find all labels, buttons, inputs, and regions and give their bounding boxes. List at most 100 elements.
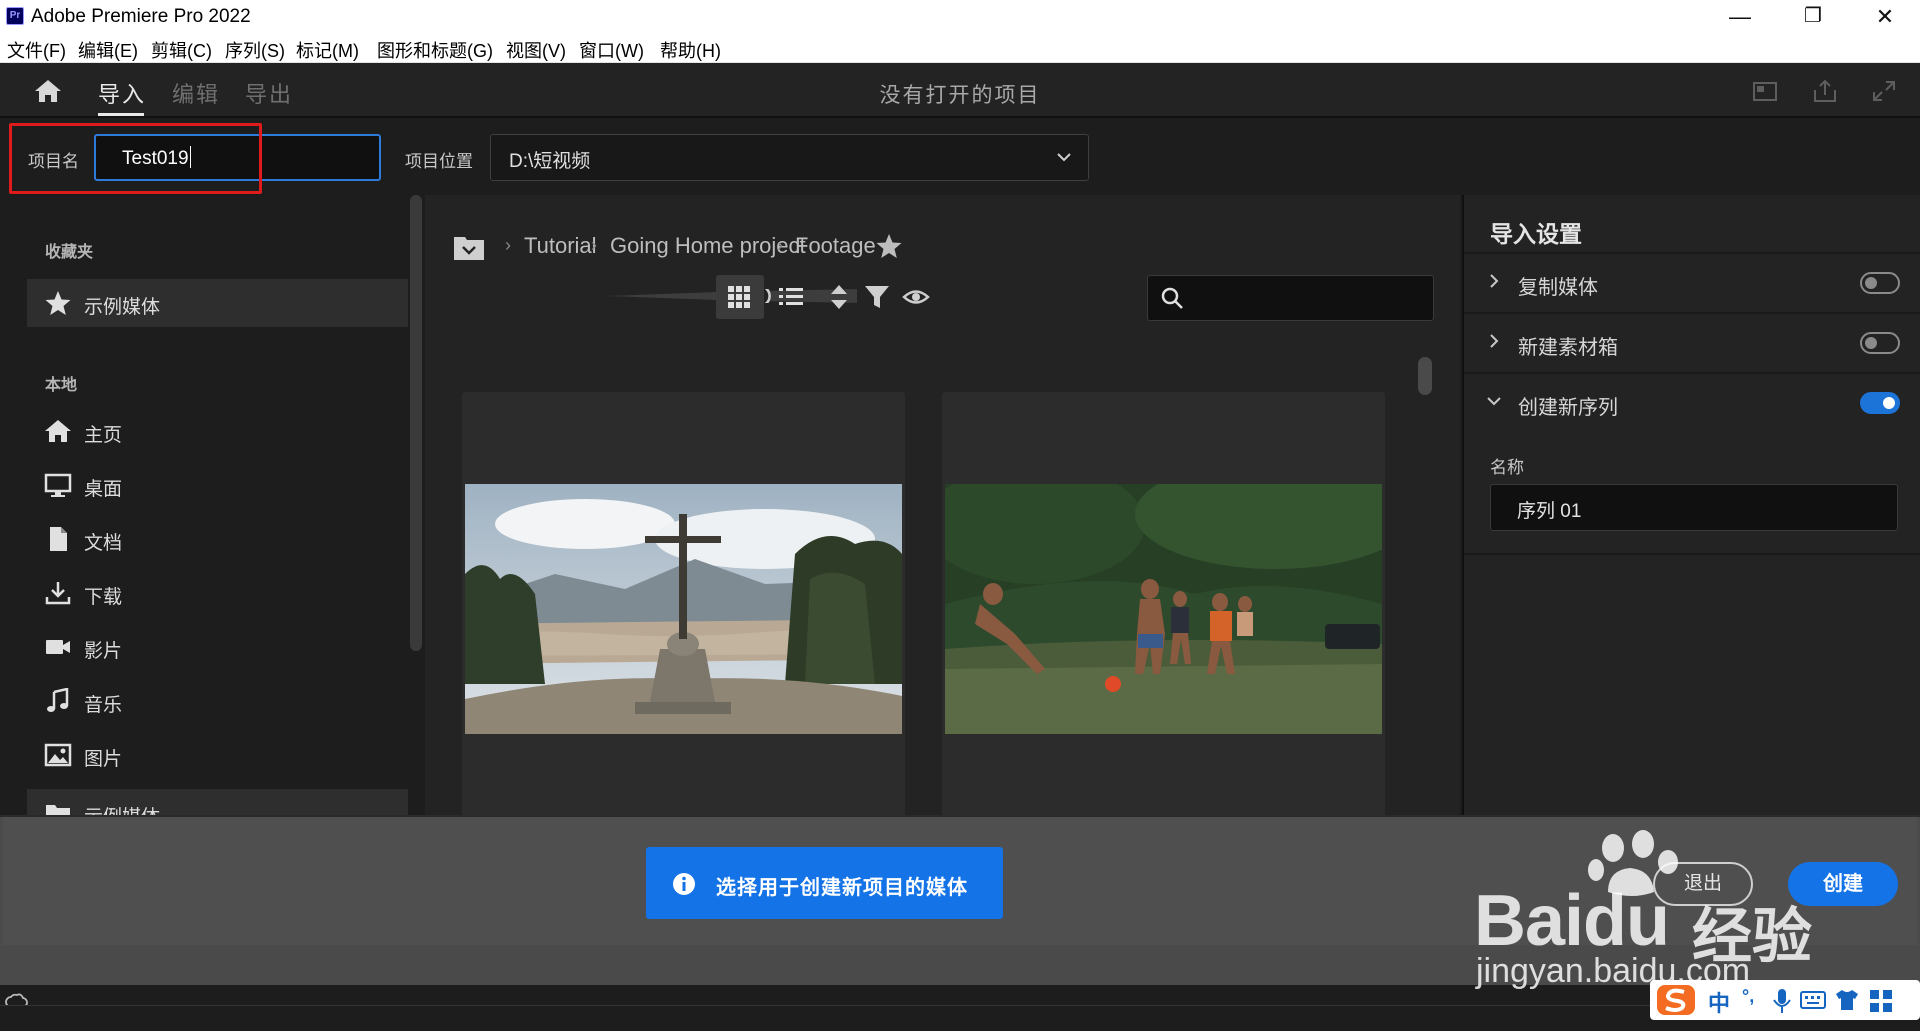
- sidebar-item-sample-media-local[interactable]: 示例媒体: [27, 789, 408, 815]
- workspace-header: 导入 编辑 导出 没有打开的项目: [0, 63, 1920, 118]
- picture-icon: [44, 743, 72, 767]
- info-icon: [673, 873, 695, 895]
- download-icon: [45, 582, 71, 605]
- select-media-hint: 选择用于创建新项目的媒体: [646, 847, 1003, 919]
- video-camera-icon: [46, 640, 70, 654]
- sidebar-item-home[interactable]: 主页: [27, 407, 408, 455]
- project-status-title: 没有打开的项目: [879, 84, 1041, 107]
- copy-media-label: 复制媒体: [1518, 277, 1598, 299]
- list-icon: [779, 288, 803, 305]
- local-heading: 本地: [45, 377, 78, 394]
- project-location-select[interactable]: D:\短视频: [490, 134, 1089, 181]
- ime-punct-toggle[interactable]: °,: [1742, 986, 1754, 1007]
- copy-media-row[interactable]: 复制媒体: [1464, 252, 1920, 312]
- menu-clip[interactable]: 剪辑(C): [151, 37, 212, 63]
- menu-marker[interactable]: 标记(M): [296, 37, 359, 63]
- sequence-name-label: 名称: [1490, 458, 1524, 477]
- toolbox-grid-icon[interactable]: [1868, 988, 1894, 1014]
- sidebar-item-label: 示例媒体: [84, 802, 160, 815]
- menu-file[interactable]: 文件(F): [7, 37, 66, 63]
- new-bin-row[interactable]: 新建素材箱: [1464, 312, 1920, 372]
- grid-icon: [728, 286, 750, 308]
- filter-icon[interactable]: [863, 283, 891, 311]
- toggle-knob: [1883, 397, 1895, 409]
- status-bar: [0, 985, 1920, 1005]
- kids-soccer-image: [945, 484, 1382, 734]
- sort-icon[interactable]: [825, 283, 853, 311]
- maximize-button[interactable]: ❐: [1778, 0, 1848, 33]
- menu-edit[interactable]: 编辑(E): [78, 37, 138, 63]
- menu-view[interactable]: 视图(V): [506, 37, 566, 63]
- sidebar-item-movies[interactable]: 影片: [27, 623, 408, 671]
- search-icon: [1161, 287, 1183, 309]
- skin-shirt-icon[interactable]: [1834, 988, 1860, 1012]
- sidebar-item-label: 示例媒体: [84, 297, 161, 318]
- clip-thumbnail: [945, 484, 1382, 734]
- sidebar-item-pictures[interactable]: 图片: [27, 731, 408, 779]
- create-button[interactable]: 创建: [1788, 862, 1898, 906]
- minimize-button[interactable]: —: [1705, 0, 1775, 33]
- music-icon: [47, 688, 69, 712]
- sogou-logo-icon[interactable]: [1656, 984, 1696, 1016]
- desktop-icon: [44, 473, 72, 497]
- sidebar-item-label: 主页: [84, 425, 123, 446]
- chevron-down-icon: [1057, 153, 1071, 162]
- project-settings-row: 项目名 Test019 项目位置 D:\短视频: [0, 120, 1920, 194]
- exit-button[interactable]: 退出: [1653, 862, 1753, 906]
- star-icon[interactable]: [875, 233, 903, 259]
- panel-divider: [1464, 553, 1920, 555]
- fullscreen-icon[interactable]: [1870, 78, 1898, 104]
- ime-toolbar: 中 °,: [1650, 980, 1920, 1020]
- sequence-name-input[interactable]: 序列 01: [1490, 484, 1898, 531]
- workspace-layout-icon[interactable]: [1751, 78, 1779, 104]
- sidebar-item-music[interactable]: 音乐: [27, 677, 408, 725]
- star-icon: [45, 291, 71, 315]
- toggle-knob: [1865, 337, 1877, 349]
- create-sequence-row[interactable]: 创建新序列: [1464, 372, 1920, 432]
- media-card[interactable]: [942, 392, 1385, 815]
- premiere-window: Pr Adobe Premiere Pro 2022 — ❐ ✕ 文件(F) 编…: [0, 0, 1920, 1031]
- browser-scrollbar[interactable]: [1418, 357, 1432, 395]
- media-browser: › Tutorial › Going Home project › Footag…: [425, 195, 1460, 815]
- sidebar-item-label: 音乐: [84, 695, 123, 716]
- create-sequence-toggle[interactable]: [1860, 392, 1900, 414]
- chevron-right-icon: [1490, 274, 1499, 288]
- bottom-action-bar: 选择用于创建新项目的媒体 退出 创建: [0, 815, 1920, 985]
- breadcrumb-footage[interactable]: Footage: [795, 233, 876, 259]
- sidebar-item-sample-media[interactable]: 示例媒体: [27, 279, 408, 327]
- sidebar-item-downloads[interactable]: 下载: [27, 569, 408, 617]
- breadcrumb-separator: ›: [777, 235, 783, 255]
- keyboard-icon[interactable]: [1800, 990, 1826, 1010]
- menu-sequence[interactable]: 序列(S): [225, 37, 285, 63]
- eye-icon[interactable]: [902, 283, 930, 311]
- breadcrumb-tutorial[interactable]: Tutorial: [524, 233, 597, 259]
- grid-view-button[interactable]: [716, 275, 764, 319]
- list-view-button[interactable]: [768, 275, 816, 319]
- document-icon: [50, 527, 67, 551]
- breadcrumb-separator: ›: [591, 235, 597, 255]
- title-bar: Pr Adobe Premiere Pro 2022 — ❐ ✕: [0, 0, 1920, 33]
- clip-thumbnail: [465, 484, 902, 734]
- share-icon[interactable]: [1811, 78, 1839, 104]
- ime-language-toggle[interactable]: 中: [1708, 986, 1730, 1018]
- media-search-input[interactable]: [1147, 275, 1434, 321]
- menu-graphics[interactable]: 图形和标题(G): [377, 37, 493, 63]
- new-bin-toggle[interactable]: [1860, 332, 1900, 354]
- chevron-right-icon: [1490, 334, 1499, 348]
- menu-window[interactable]: 窗口(W): [579, 37, 644, 63]
- sidebar-scrollbar[interactable]: [410, 195, 422, 651]
- folder-dropdown-icon[interactable]: [453, 233, 485, 261]
- microphone-icon[interactable]: [1772, 988, 1792, 1014]
- home-icon: [45, 420, 71, 442]
- copy-media-toggle[interactable]: [1860, 272, 1900, 294]
- sidebar-item-documents[interactable]: 文档: [27, 515, 408, 563]
- close-button[interactable]: ✕: [1850, 0, 1920, 33]
- menu-help[interactable]: 帮助(H): [660, 37, 721, 63]
- media-card[interactable]: [462, 392, 905, 815]
- highlight-annotation: [9, 123, 262, 194]
- chevron-down-icon: [1487, 397, 1501, 406]
- sidebar-item-desktop[interactable]: 桌面: [27, 461, 408, 509]
- sequence-name-value: 序列 01: [1517, 501, 1582, 522]
- breadcrumb-separator: ›: [505, 235, 511, 255]
- project-location-label: 项目位置: [405, 152, 473, 171]
